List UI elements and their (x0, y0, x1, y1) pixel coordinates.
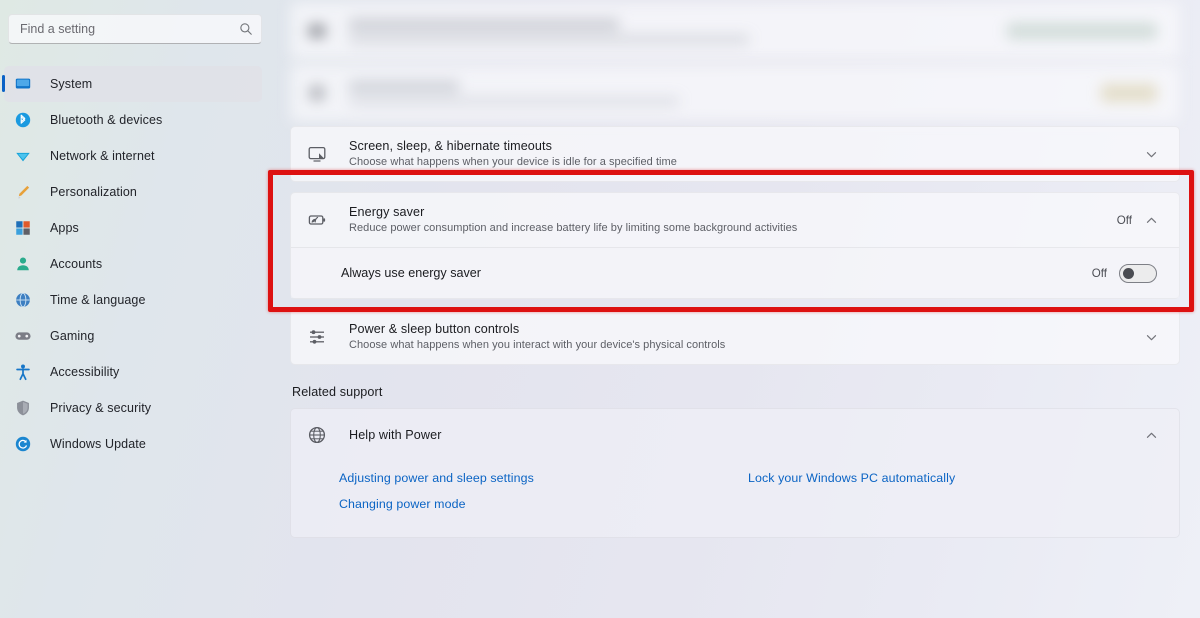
network-icon (16, 152, 30, 162)
globe-clock-icon (16, 292, 30, 308)
sidebar-nav: System Bluetooth & devices Network & int… (0, 66, 272, 462)
obscured-setting-row-2[interactable] (290, 64, 1180, 122)
sliders-icon (307, 327, 327, 347)
support-link[interactable]: Lock your Windows PC automatically (748, 465, 1157, 491)
setting-subtitle: Reduce power consumption and increase ba… (349, 222, 798, 234)
sidebar-item-gaming[interactable]: Gaming (4, 318, 262, 354)
sidebar-item-apps[interactable]: Apps (4, 210, 262, 246)
sidebar-item-label: System (50, 77, 93, 91)
obscured-text (349, 18, 993, 44)
search-box[interactable] (8, 14, 262, 44)
monitor-icon (15, 78, 31, 89)
support-links-container: Adjusting power and sleep settings Chang… (291, 461, 1179, 537)
sidebar-item-time-language[interactable]: Time & language (4, 282, 262, 318)
help-with-power-title: Help with Power (349, 428, 442, 442)
sidebar-item-system[interactable]: System (2, 66, 262, 102)
setting-row-always-use-energy-saver[interactable]: Always use energy saver Off (291, 248, 1179, 298)
settings-main-pane: Screen, sleep, & hibernate timeouts Choo… (272, 0, 1200, 618)
related-support-heading: Related support (292, 385, 383, 399)
shield-icon (17, 400, 29, 416)
setting-subtitle: Choose what happens when you interact wi… (349, 339, 726, 351)
obscured-control[interactable] (1101, 84, 1157, 102)
sidebar-item-privacy-security[interactable]: Privacy & security (4, 390, 262, 426)
sidebar-item-windows-update[interactable]: Windows Update (4, 426, 262, 462)
sidebar-item-label: Accounts (50, 257, 103, 271)
sidebar-item-bluetooth-devices[interactable]: Bluetooth & devices (4, 102, 262, 138)
sidebar-item-label: Network & internet (50, 149, 155, 163)
sidebar-item-label: Personalization (50, 185, 137, 199)
chevron-down-icon[interactable] (1146, 332, 1157, 343)
sidebar-item-accounts[interactable]: Accounts (4, 246, 262, 282)
obscured-setting-row-1[interactable] (290, 2, 1180, 60)
search-icon (240, 23, 252, 35)
sidebar-item-network-internet[interactable]: Network & internet (4, 138, 262, 174)
bluetooth-icon (15, 112, 31, 128)
support-link[interactable]: Adjusting power and sleep settings (339, 465, 748, 491)
gamepad-icon (15, 332, 31, 340)
setting-title: Power & sleep button controls (349, 322, 520, 336)
globe-icon (307, 425, 327, 445)
paintbrush-icon (18, 185, 30, 199)
always-use-energy-saver-state: Off (1091, 266, 1107, 280)
sidebar-item-accessibility[interactable]: Accessibility (4, 354, 262, 390)
setting-card-energy-saver[interactable]: Energy saver Reduce power consumption an… (290, 192, 1180, 299)
sidebar-item-label: Privacy & security (50, 401, 152, 415)
chevron-up-icon[interactable] (1146, 215, 1157, 226)
help-with-power-row[interactable]: Help with Power (291, 409, 1179, 461)
chevron-up-icon[interactable] (1146, 430, 1157, 441)
support-links-right: Lock your Windows PC automatically (748, 465, 1157, 517)
sidebar-item-label: Gaming (50, 329, 95, 343)
related-support-card[interactable]: Help with Power Adjusting power and slee… (290, 408, 1180, 538)
battery-leaf-icon (307, 210, 327, 230)
sidebar-item-label: Time & language (50, 293, 146, 307)
setting-card-screen-sleep-hibernate[interactable]: Screen, sleep, & hibernate timeouts Choo… (290, 126, 1180, 182)
sidebar-item-label: Bluetooth & devices (50, 113, 163, 127)
setting-row[interactable]: Screen, sleep, & hibernate timeouts Choo… (291, 127, 1179, 181)
person-icon (17, 257, 29, 271)
always-use-energy-saver-toggle[interactable] (1119, 263, 1157, 283)
sidebar-item-label: Windows Update (50, 437, 146, 451)
setting-title: Screen, sleep, & hibernate timeouts (349, 139, 553, 153)
toggle-knob (1123, 267, 1134, 279)
screen-icon (307, 144, 327, 164)
obscured-icon (307, 21, 327, 41)
accessibility-icon (16, 364, 30, 381)
settings-sidebar: System Bluetooth & devices Network & int… (0, 0, 272, 618)
sidebar-item-label: Accessibility (50, 365, 120, 379)
energy-saver-state: Off (1116, 213, 1132, 227)
setting-row[interactable]: Power & sleep button controls Choose wha… (291, 310, 1179, 364)
obscured-control[interactable] (1007, 23, 1157, 39)
always-use-energy-saver-label: Always use energy saver (341, 266, 481, 280)
apps-icon (16, 221, 30, 235)
setting-title: Energy saver (349, 205, 425, 219)
search-input[interactable] (20, 22, 239, 36)
update-icon (15, 436, 31, 452)
sidebar-item-label: Apps (50, 221, 79, 235)
sidebar-item-personalization[interactable]: Personalization (4, 174, 262, 210)
chevron-down-icon[interactable] (1146, 149, 1157, 160)
setting-row-energy-saver[interactable]: Energy saver Reduce power consumption an… (291, 193, 1179, 247)
setting-subtitle: Choose what happens when your device is … (349, 156, 677, 168)
setting-card-power-sleep-buttons[interactable]: Power & sleep button controls Choose wha… (290, 309, 1180, 365)
support-link[interactable]: Changing power mode (339, 491, 748, 517)
obscured-icon (307, 83, 327, 103)
support-links-left: Adjusting power and sleep settings Chang… (339, 465, 748, 517)
obscured-text (349, 80, 1087, 106)
